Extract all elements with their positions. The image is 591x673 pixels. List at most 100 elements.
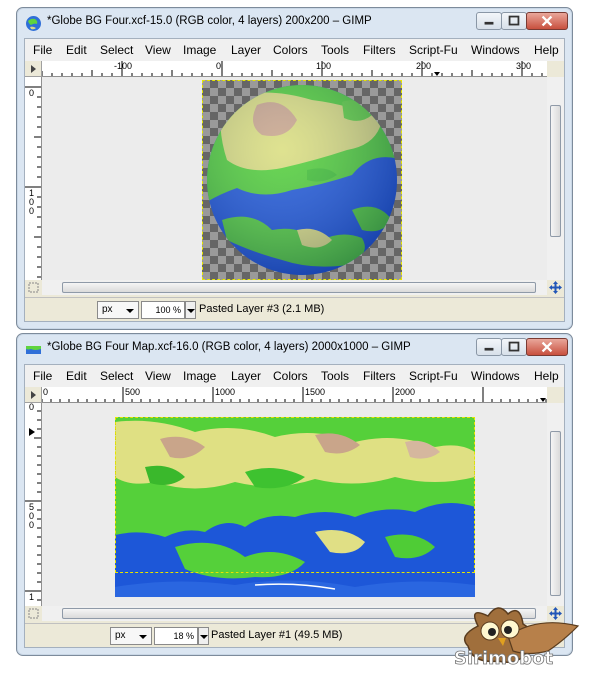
menu-view[interactable]: View (145, 43, 171, 57)
maximize-button[interactable] (501, 12, 527, 30)
vruler-label: 1 0 0 (28, 188, 34, 216)
chevron-down-icon (187, 309, 195, 313)
close-icon (541, 15, 553, 27)
image-canvas[interactable] (42, 403, 547, 606)
menu-help[interactable]: Help (534, 43, 559, 57)
menu-layer[interactable]: Layer (231, 369, 261, 383)
menubar: File Edit Select View Image Layer Colors… (25, 39, 564, 61)
menu-edit[interactable]: Edit (66, 43, 87, 57)
title-bar[interactable]: *Globe BG Four.xcf-15.0 (RGB color, 4 la… (17, 8, 572, 38)
watermark-text: Sirimobot (454, 648, 554, 669)
menu-windows[interactable]: Windows (471, 43, 520, 57)
chevron-down-icon (126, 309, 134, 313)
menu-tools[interactable]: Tools (321, 43, 349, 57)
unit-selector[interactable]: px (97, 301, 139, 319)
close-icon (541, 341, 553, 353)
hruler-label: 2000 (395, 387, 416, 397)
ruler-ticks (25, 86, 41, 278)
vruler-label: 0 (28, 88, 34, 98)
menu-script-fu[interactable]: Script-Fu (409, 43, 458, 57)
menu-select[interactable]: Select (100, 43, 133, 57)
menu-help[interactable]: Help (534, 369, 559, 383)
vertical-ruler[interactable]: 0 5 0 0 1 (25, 403, 42, 606)
hruler-label: 0 (43, 387, 49, 397)
horizontal-ruler[interactable]: 0 500 1000 1500 2000 (42, 387, 547, 403)
window-title: *Globe BG Four.xcf-15.0 (RGB color, 4 la… (47, 15, 372, 27)
menu-layer[interactable]: Layer (231, 43, 261, 57)
quick-mask-toggle[interactable] (25, 280, 42, 295)
vertical-scroll-thumb[interactable] (550, 431, 561, 596)
menu-tools[interactable]: Tools (321, 369, 349, 383)
title-bar[interactable]: *Globe BG Four Map.xcf-16.0 (RGB color, … (17, 334, 572, 364)
horizontal-scroll-thumb[interactable] (62, 282, 536, 293)
vruler-label: 1 (28, 592, 34, 602)
horizontal-scrollbar[interactable] (42, 280, 547, 295)
hruler-label: 1500 (305, 387, 326, 397)
maximize-button[interactable] (501, 338, 527, 356)
ruler-corner-button[interactable] (25, 61, 42, 77)
vruler-label: 0 (28, 403, 34, 412)
menu-filters[interactable]: Filters (363, 369, 396, 383)
horizontal-ruler[interactable]: -100 0 100 200 300 (42, 61, 547, 77)
window-title: *Globe BG Four Map.xcf-16.0 (RGB color, … (47, 341, 411, 353)
zoom-dropdown-button[interactable] (198, 627, 209, 645)
menu-view[interactable]: View (145, 369, 171, 383)
navigate-icon (549, 281, 562, 294)
menu-select[interactable]: Select (100, 369, 133, 383)
layer-boundary (115, 417, 475, 573)
vruler-label: 5 0 0 (28, 502, 34, 530)
menu-image[interactable]: Image (183, 43, 216, 57)
menu-filters[interactable]: Filters (363, 43, 396, 57)
layer-status: Pasted Layer #3 (2.1 MB) (199, 303, 325, 315)
minimize-icon (484, 347, 494, 351)
zoom-input[interactable]: 18 % (154, 627, 198, 645)
chevron-down-icon (200, 635, 208, 639)
menu-image[interactable]: Image (183, 369, 216, 383)
ruler-ticks (42, 387, 547, 402)
quick-mask-icon (28, 608, 39, 619)
menu-file[interactable]: File (33, 369, 52, 383)
zoom-input[interactable]: 100 % (141, 301, 185, 319)
menu-file[interactable]: File (33, 43, 52, 57)
maximize-icon (508, 341, 520, 352)
close-button[interactable] (526, 338, 568, 356)
unit-selector[interactable]: px (110, 627, 152, 645)
navigate-button[interactable] (547, 280, 564, 295)
ruler-corner-button[interactable] (25, 387, 42, 403)
minimize-button[interactable] (476, 338, 502, 356)
vertical-scrollbar[interactable] (547, 403, 564, 606)
layer-boundary (202, 80, 402, 280)
hruler-label: 1000 (215, 387, 236, 397)
menubar: File Edit Select View Image Layer Colors… (25, 365, 564, 387)
hruler-label: 200 (416, 61, 432, 71)
layer-status: Pasted Layer #1 (49.5 MB) (211, 629, 343, 641)
menu-edit[interactable]: Edit (66, 369, 87, 383)
hruler-label: 500 (125, 387, 141, 397)
image-canvas[interactable] (42, 77, 547, 280)
menu-colors[interactable]: Colors (273, 369, 308, 383)
close-button[interactable] (526, 12, 568, 30)
hruler-label: 0 (216, 61, 222, 71)
zoom-dropdown-button[interactable] (185, 301, 196, 319)
hruler-label: -100 (114, 61, 133, 71)
maximize-icon (508, 15, 520, 26)
globe-app-icon (26, 16, 41, 31)
map-app-icon (26, 346, 41, 354)
hruler-label: 300 (516, 61, 532, 71)
minimize-button[interactable] (476, 12, 502, 30)
menu-colors[interactable]: Colors (273, 43, 308, 57)
image-window-globe: *Globe BG Four.xcf-15.0 (RGB color, 4 la… (16, 7, 573, 330)
chevron-down-icon (139, 635, 147, 639)
quick-mask-icon (28, 282, 39, 293)
menu-windows[interactable]: Windows (471, 369, 520, 383)
unit-value: px (102, 304, 113, 315)
status-bar: px 100 % Pasted Layer #3 (2.1 MB) (25, 297, 564, 321)
menu-script-fu[interactable]: Script-Fu (409, 369, 458, 383)
sirimobot-watermark: Sirimobot (454, 607, 580, 669)
vertical-scroll-thumb[interactable] (550, 105, 561, 237)
quick-mask-toggle[interactable] (25, 606, 42, 621)
vertical-ruler[interactable]: 0 1 0 0 (25, 77, 42, 280)
window-client: File Edit Select View Image Layer Colors… (24, 38, 565, 322)
unit-value: px (115, 630, 126, 641)
vertical-scrollbar[interactable] (547, 77, 564, 280)
